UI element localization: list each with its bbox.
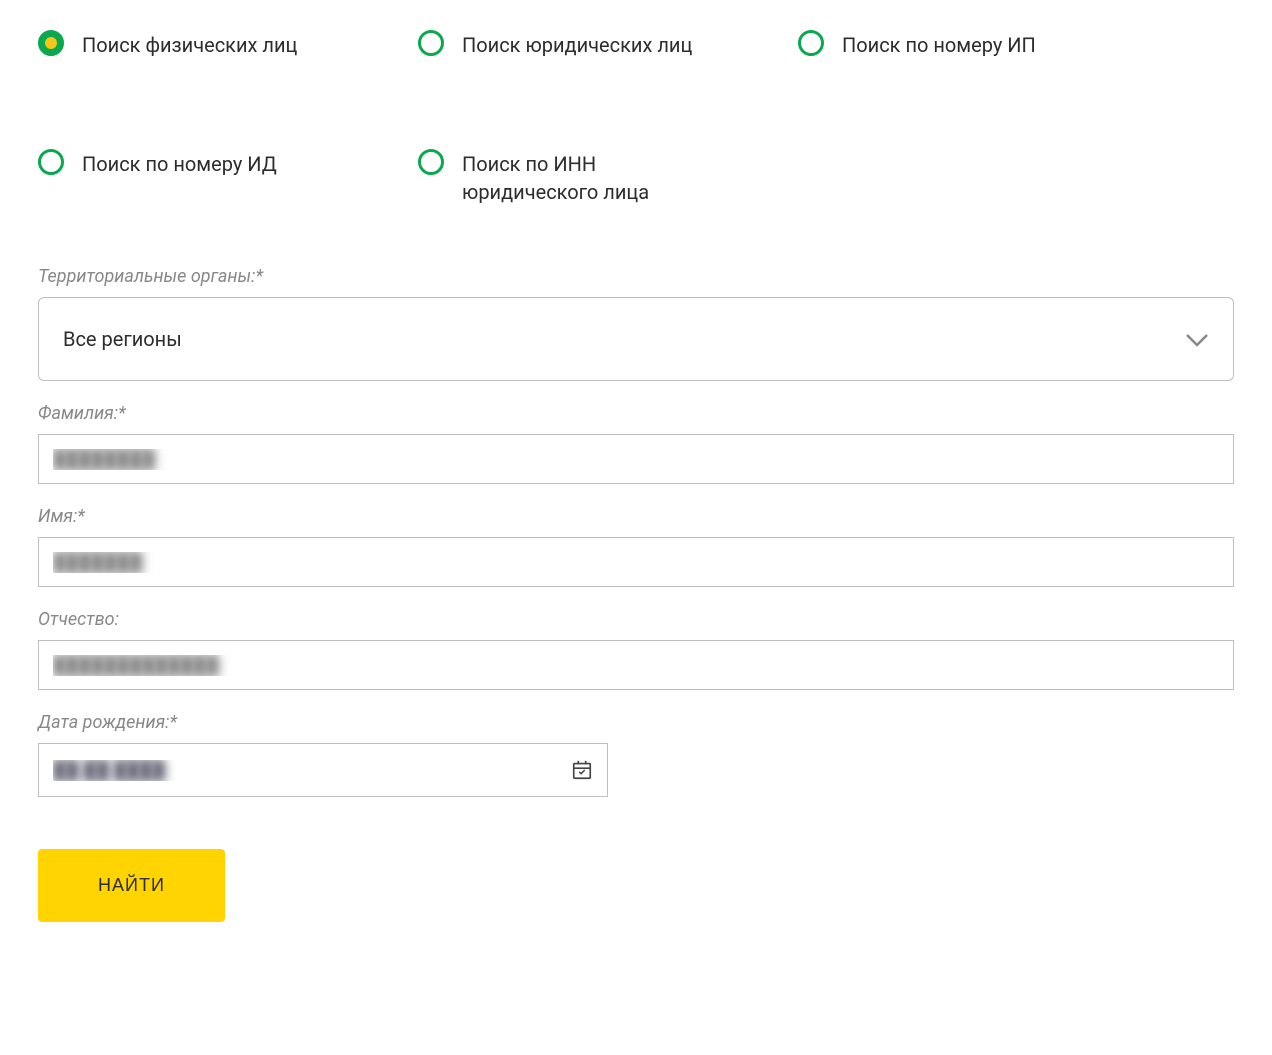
radio-label: Поиск по номеру ИП — [842, 30, 1036, 59]
lastname-field-group: Фамилия:* — [38, 403, 1234, 484]
radio-search-id-number[interactable]: Поиск по номеру ИД — [38, 149, 418, 206]
region-label: Территориальные органы:* — [38, 266, 1234, 287]
region-select-value: Все регионы — [63, 327, 182, 351]
firstname-input[interactable] — [38, 537, 1234, 587]
radio-label: Поиск физических лиц — [82, 30, 297, 59]
region-field-group: Территориальные органы:* Все регионы — [38, 266, 1234, 381]
birthdate-input-wrapper — [38, 743, 608, 797]
birthdate-label: Дата рождения:* — [38, 712, 608, 733]
radio-icon — [418, 149, 444, 175]
radio-search-ip-number[interactable]: Поиск по номеру ИП — [798, 30, 1098, 59]
chevron-down-icon — [1185, 332, 1209, 346]
region-select[interactable]: Все регионы — [38, 297, 1234, 381]
radio-icon — [38, 149, 64, 175]
birthdate-input[interactable] — [53, 760, 593, 781]
search-type-radio-group: Поиск физических лиц Поиск юридических л… — [38, 30, 1234, 206]
radio-icon — [798, 30, 824, 56]
radio-icon — [418, 30, 444, 56]
radio-search-inn-legal[interactable]: Поиск по ИНН юридического лица — [418, 149, 798, 206]
patronymic-label: Отчество: — [38, 609, 1234, 630]
radio-label: Поиск по ИНН юридического лица — [462, 149, 722, 206]
lastname-input[interactable] — [38, 434, 1234, 484]
radio-icon — [38, 30, 64, 56]
search-form: Территориальные органы:* Все регионы Фам… — [38, 266, 1234, 922]
radio-search-individuals[interactable]: Поиск физических лиц — [38, 30, 418, 59]
radio-label: Поиск по номеру ИД — [82, 149, 277, 178]
patronymic-input[interactable] — [38, 640, 1234, 690]
lastname-label: Фамилия:* — [38, 403, 1234, 424]
patronymic-field-group: Отчество: — [38, 609, 1234, 690]
birthdate-field-group: Дата рождения:* — [38, 712, 608, 797]
firstname-field-group: Имя:* — [38, 506, 1234, 587]
search-button[interactable]: НАЙТИ — [38, 849, 225, 922]
radio-search-legal-entities[interactable]: Поиск юридических лиц — [418, 30, 798, 59]
radio-label: Поиск юридических лиц — [462, 30, 692, 59]
firstname-label: Имя:* — [38, 506, 1234, 527]
calendar-icon[interactable] — [571, 759, 593, 781]
